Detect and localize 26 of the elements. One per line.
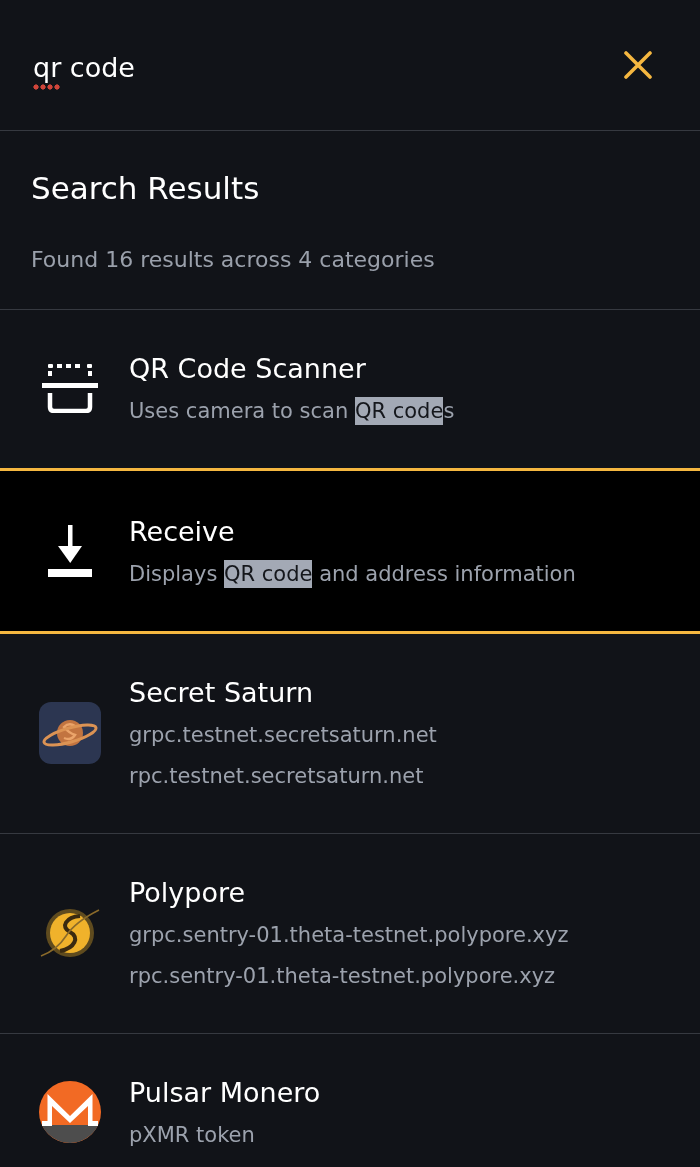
results-heading: Search Results xyxy=(31,169,261,208)
search-result-item[interactable]: Polypore grpc.sentry-01.theta-testnet.polypore.xyz rpc.sentry-01.theta-testnet.polypore.xyz xyxy=(0,833,700,1033)
search-result-item[interactable]: Secret Saturn grpc.testnet.secretsaturn.net rpc.testnet.secretsaturn.net xyxy=(0,634,700,833)
search-result-item[interactable]: Pulsar Monero pXMR token xyxy=(0,1033,700,1167)
scanner-icon xyxy=(42,363,98,413)
close-button[interactable] xyxy=(624,51,652,79)
result-detail-text: rpc.testnet.secretsaturn.net xyxy=(129,763,425,790)
planet-logo-icon xyxy=(39,701,101,764)
result-detail-text: grpc.sentry-01.theta-testnet.polypore.xyz xyxy=(129,922,569,949)
result-detail-text: rpc.sentry-01.theta-testnet.polypore.xyz xyxy=(129,963,557,990)
result-title: Polypore xyxy=(129,876,247,910)
result-detail-text: Displays QR code and address information xyxy=(129,560,576,588)
download-icon xyxy=(48,525,92,577)
result-detail-text: pXMR token xyxy=(129,1122,256,1149)
result-title: QR Code Scanner xyxy=(129,352,367,386)
result-detail-text: grpc.testnet.secretsaturn.net xyxy=(129,722,437,749)
result-title: Receive xyxy=(129,515,236,549)
swirl-logo-icon xyxy=(39,907,101,958)
search-result-item[interactable]: Receive Displays QR code and address information xyxy=(0,468,700,634)
result-detail-text: Uses camera to scan QR codes xyxy=(129,397,455,425)
result-title: Secret Saturn xyxy=(129,676,314,710)
coin-logo-icon xyxy=(39,1081,101,1143)
close-icon xyxy=(624,51,652,79)
search-field[interactable]: qr code xyxy=(33,52,604,90)
result-title: Pulsar Monero xyxy=(129,1076,321,1110)
results-summary: Found 16 results across 4 categories xyxy=(31,246,436,274)
